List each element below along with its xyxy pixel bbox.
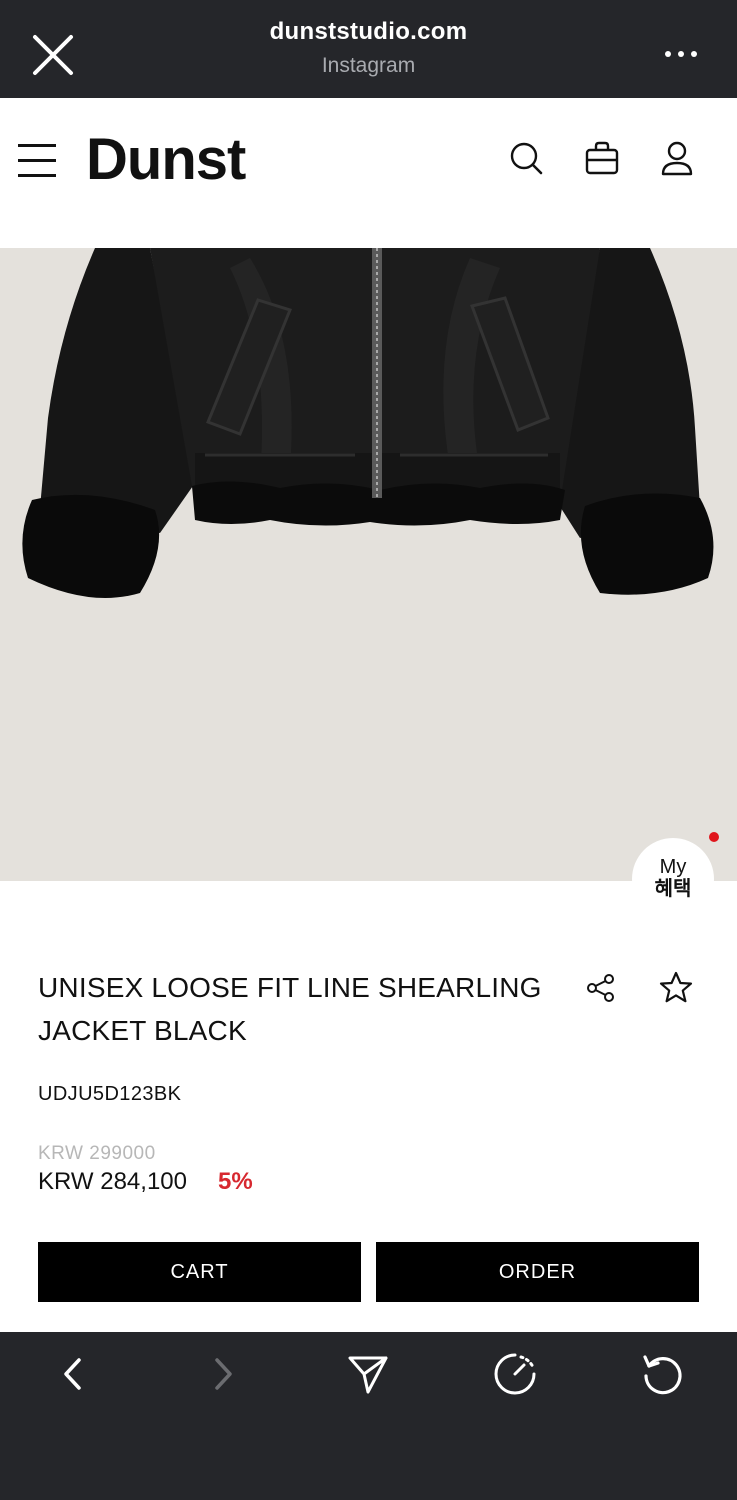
more-icon[interactable] (665, 44, 703, 64)
cart-button[interactable]: CART (38, 1242, 361, 1302)
site-header: Dunst (0, 98, 737, 248)
site-logo[interactable]: Dunst (86, 126, 246, 193)
refresh-icon[interactable] (640, 1352, 684, 1396)
original-price: KRW 299000 (38, 1143, 156, 1164)
speed-icon[interactable] (493, 1352, 537, 1396)
source-app: Instagram (321, 54, 416, 77)
user-icon[interactable] (659, 140, 695, 176)
browser-top-bar: dunststudio.com Instagram (0, 0, 737, 98)
back-icon[interactable] (52, 1352, 96, 1396)
search-icon[interactable] (508, 140, 544, 176)
star-icon[interactable] (658, 970, 694, 1006)
order-button[interactable]: ORDER (376, 1242, 699, 1302)
benefits-label-line2: 혜택 (654, 878, 692, 900)
forward-icon[interactable] (200, 1352, 244, 1396)
product-image[interactable] (0, 248, 737, 881)
browser-address[interactable]: dunststudio.com Instagram (0, 18, 737, 78)
discount-rate: 5% (218, 1168, 253, 1195)
benefits-label-line1: My (659, 856, 687, 878)
page-url: dunststudio.com (269, 18, 468, 45)
product-code: UDJU5D123BK (38, 1083, 182, 1105)
notification-dot (709, 832, 719, 842)
sale-price: KRW 284,100 (38, 1168, 187, 1195)
bag-icon[interactable] (584, 140, 620, 176)
my-benefits-button[interactable]: My 혜택 (632, 838, 714, 920)
share-icon[interactable] (586, 973, 616, 1003)
product-title: UNISEX LOOSE FIT LINE SHEARLING JACKET B… (38, 972, 542, 1046)
browser-toolbar (0, 1332, 737, 1500)
menu-icon[interactable] (18, 142, 58, 178)
send-icon[interactable] (346, 1352, 390, 1396)
